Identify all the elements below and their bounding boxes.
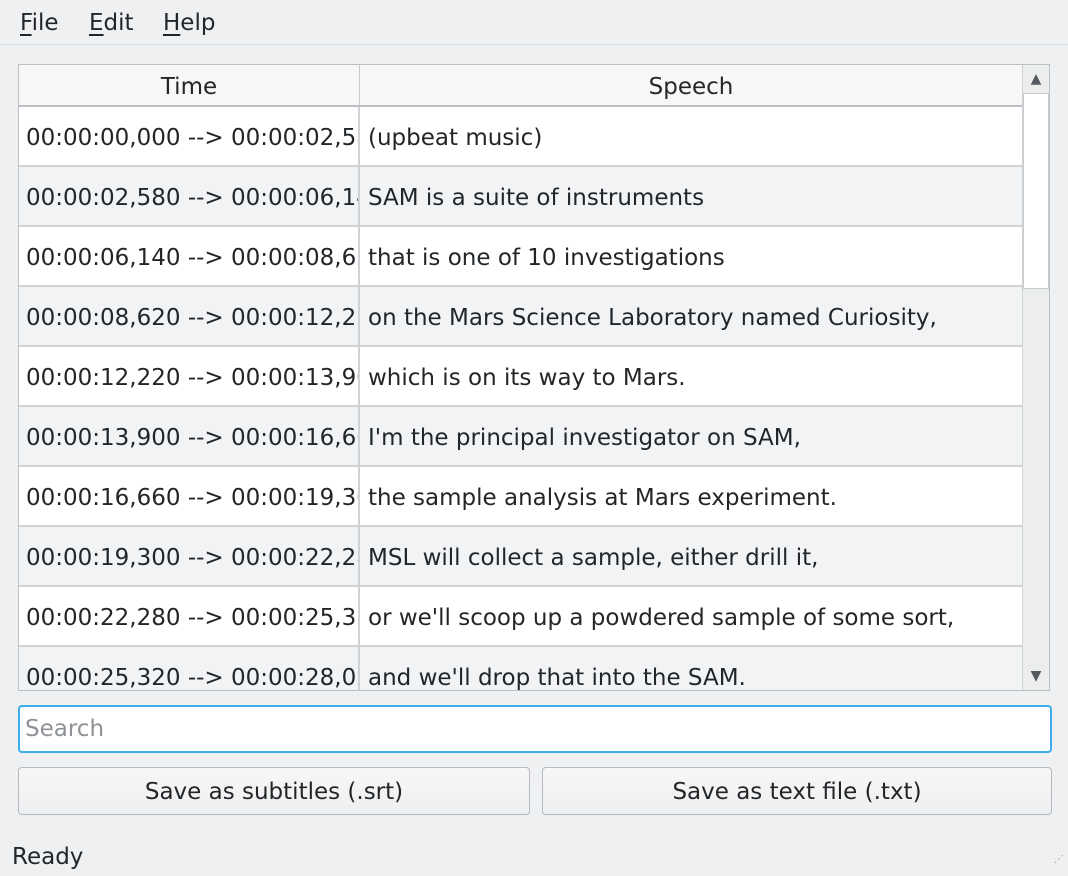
vertical-scrollbar[interactable]: ▲ ▼: [1022, 65, 1049, 690]
table-body: 00:00:00,000 --> 00:00:02,580 (upbeat mu…: [19, 107, 1022, 690]
scrollbar-thumb[interactable]: [1023, 93, 1049, 289]
table-row[interactable]: 00:00:22,280 --> 00:00:25,320 or we'll s…: [19, 587, 1022, 647]
transcript-table: Time Speech 00:00:00,000 --> 00:00:02,58…: [18, 64, 1050, 691]
column-header-time[interactable]: Time: [19, 65, 360, 105]
scroll-down-arrow-icon[interactable]: ▼: [1023, 662, 1049, 690]
speech-cell[interactable]: and we'll drop that into the SAM.: [361, 647, 1022, 690]
speech-cell[interactable]: or we'll scoop up a powdered sample of s…: [361, 587, 1022, 645]
speech-cell[interactable]: which is on its way to Mars.: [361, 347, 1022, 405]
table-header: Time Speech: [19, 65, 1022, 107]
time-cell[interactable]: 00:00:13,900 --> 00:00:16,660: [19, 407, 360, 465]
save-txt-button[interactable]: Save as text file (.txt): [542, 767, 1052, 815]
time-cell[interactable]: 00:00:06,140 --> 00:00:08,620: [19, 227, 360, 285]
speech-cell[interactable]: SAM is a suite of instruments: [361, 167, 1022, 225]
table-row[interactable]: 00:00:25,320 --> 00:00:28,020 and we'll …: [19, 647, 1022, 690]
table-row[interactable]: 00:00:19,300 --> 00:00:22,280 MSL will c…: [19, 527, 1022, 587]
time-cell[interactable]: 00:00:02,580 --> 00:00:06,140: [19, 167, 360, 225]
menu-bar: File Edit Help: [0, 0, 1068, 45]
menu-edit-mnemonic: E: [89, 10, 104, 36]
save-srt-button[interactable]: Save as subtitles (.srt): [18, 767, 530, 815]
menu-file[interactable]: File: [20, 8, 59, 38]
column-header-speech[interactable]: Speech: [360, 65, 1022, 105]
time-cell[interactable]: 00:00:25,320 --> 00:00:28,020: [19, 647, 360, 690]
time-cell[interactable]: 00:00:22,280 --> 00:00:25,320: [19, 587, 360, 645]
resize-grip-icon[interactable]: ⋰: [1048, 855, 1064, 872]
table-row[interactable]: 00:00:12,220 --> 00:00:13,900 which is o…: [19, 347, 1022, 407]
speech-cell[interactable]: MSL will collect a sample, either drill …: [361, 527, 1022, 585]
table-row[interactable]: 00:00:00,000 --> 00:00:02,580 (upbeat mu…: [19, 107, 1022, 167]
table-row[interactable]: 00:00:06,140 --> 00:00:08,620 that is on…: [19, 227, 1022, 287]
search-input[interactable]: [18, 705, 1052, 753]
menu-help-label: elp: [180, 10, 216, 36]
speech-cell[interactable]: I'm the principal investigator on SAM,: [361, 407, 1022, 465]
menu-edit[interactable]: Edit: [89, 8, 134, 38]
time-cell[interactable]: 00:00:12,220 --> 00:00:13,900: [19, 347, 360, 405]
time-cell[interactable]: 00:00:00,000 --> 00:00:02,580: [19, 107, 360, 165]
time-cell[interactable]: 00:00:16,660 --> 00:00:19,300: [19, 467, 360, 525]
speech-cell[interactable]: the sample analysis at Mars experiment.: [361, 467, 1022, 525]
time-cell[interactable]: 00:00:08,620 --> 00:00:12,220: [19, 287, 360, 345]
table-row[interactable]: 00:00:16,660 --> 00:00:19,300 the sample…: [19, 467, 1022, 527]
scroll-up-arrow-icon[interactable]: ▲: [1023, 65, 1049, 93]
speech-cell[interactable]: on the Mars Science Laboratory named Cur…: [361, 287, 1022, 345]
speech-cell[interactable]: that is one of 10 investigations: [361, 227, 1022, 285]
menu-file-label: ile: [31, 10, 59, 36]
speech-cell[interactable]: (upbeat music): [361, 107, 1022, 165]
table-row[interactable]: 00:00:08,620 --> 00:00:12,220 on the Mar…: [19, 287, 1022, 347]
table-row[interactable]: 00:00:13,900 --> 00:00:16,660 I'm the pr…: [19, 407, 1022, 467]
menu-file-mnemonic: F: [20, 10, 32, 36]
status-text: Ready: [12, 844, 84, 870]
menu-help[interactable]: Help: [163, 8, 215, 38]
menu-edit-label: dit: [103, 10, 134, 36]
time-cell[interactable]: 00:00:19,300 --> 00:00:22,280: [19, 527, 360, 585]
table-row[interactable]: 00:00:02,580 --> 00:00:06,140 SAM is a s…: [19, 167, 1022, 227]
menu-help-mnemonic: H: [163, 10, 181, 36]
